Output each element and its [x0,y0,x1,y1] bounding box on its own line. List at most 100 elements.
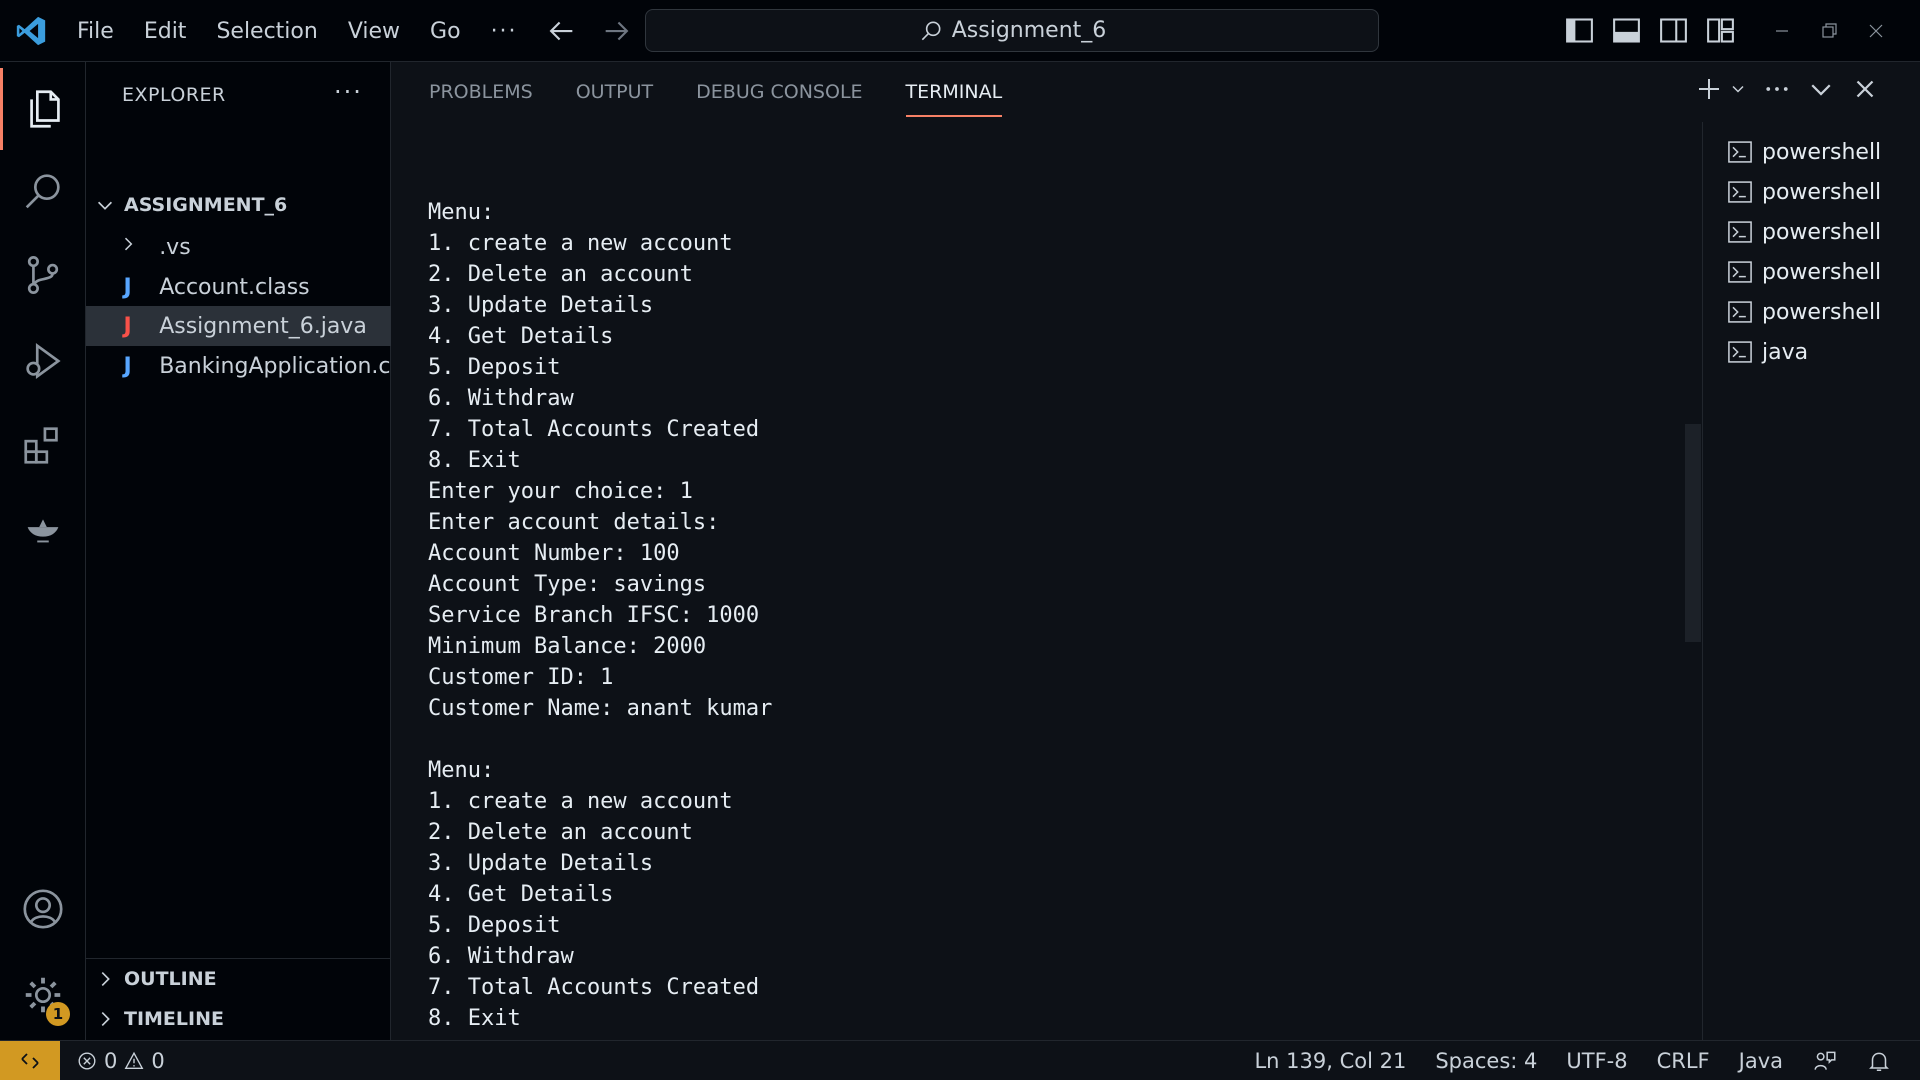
terminal-line: 6. Withdraw [428,386,574,411]
terminal-line: 1. create a new account [428,231,733,256]
command-center-search[interactable]: Assignment_6 [645,9,1379,52]
restore-icon [1821,23,1837,38]
history-navigation [544,14,634,48]
terminal-list-item[interactable]: java [1726,332,1916,372]
tree-item-label: Assignment_6.java [159,313,367,339]
terminal-output[interactable]: Menu: 1. create a new account 2. Delete an… [428,166,1728,1026]
terminal-line: Enter your choice: 1 [428,479,693,504]
folder-header[interactable]: ASSIGNMENT_6 [86,185,391,225]
title-bar: File Edit Selection View Go ··· Assignme… [0,0,1920,62]
java-file-icon: J [123,353,132,379]
outline-label: OUTLINE [124,968,217,990]
menu-edit[interactable]: Edit [129,19,202,44]
toggle-secondary-sidebar-icon[interactable] [1657,14,1690,47]
activity-lamp[interactable] [0,488,86,570]
tree-item-assignment-java[interactable]: J Assignment_6.java [86,306,391,346]
terminal-icon [1728,261,1752,283]
problems-indicator[interactable]: 0 0 [76,1049,165,1073]
chevron-right-icon [101,971,110,987]
arrow-right-icon[interactable] [600,14,634,48]
terminal-line: Account Number: 100 [428,541,680,566]
terminal-list-item[interactable]: powershell [1726,252,1916,292]
activity-run-debug[interactable] [0,320,86,402]
outline-section[interactable]: OUTLINE [86,959,391,999]
terminal-name: powershell [1762,259,1882,285]
indentation[interactable]: Spaces: 4 [1435,1049,1537,1073]
source-control-icon [27,256,59,294]
remote-icon [21,1052,39,1069]
menu-more[interactable]: ··· [476,19,533,44]
encoding[interactable]: UTF-8 [1566,1049,1627,1073]
terminal-line: Customer Name: anant kumar [428,696,773,721]
activity-extensions[interactable] [0,404,86,486]
menu-view[interactable]: View [333,19,415,44]
customize-layout-icon[interactable] [1704,14,1737,47]
activity-search[interactable] [0,150,86,232]
new-terminal-icon[interactable] [1694,74,1724,104]
tree-item-vs[interactable]: .vs [86,227,391,267]
minimize-button[interactable] [1758,0,1805,62]
tree-item-account-class[interactable]: J Account.class [86,267,391,307]
terminal-name: java [1762,339,1809,365]
terminal-list-item[interactable]: powershell [1726,292,1916,332]
terminal-icon [1728,221,1752,243]
status-bar: 0 0 Ln 139, Col 21 Spaces: 4 UTF-8 CRLF … [0,1040,1920,1080]
remote-indicator[interactable] [0,1040,60,1080]
activity-explorer[interactable] [0,68,86,150]
genie-lamp-icon [27,519,59,543]
feedback-icon[interactable] [1812,1048,1838,1074]
search-icon [921,21,941,40]
line-ending[interactable]: CRLF [1657,1049,1710,1073]
terminal-name: powershell [1762,139,1882,165]
window-controls [1758,0,1899,62]
close-icon[interactable] [1850,74,1880,104]
error-count: 0 [104,1048,118,1073]
terminal-line: 4. Get Details [428,324,614,349]
activity-source-control[interactable] [0,234,86,316]
layout-controls [1563,14,1737,47]
tab-problems[interactable]: PROBLEMS [429,62,533,122]
menu-selection[interactable]: Selection [201,19,332,44]
folder-name: ASSIGNMENT_6 [124,194,288,216]
close-window-button[interactable] [1852,0,1899,62]
terminal-list-item[interactable]: powershell [1726,132,1916,172]
account-icon [23,889,63,929]
arrow-left-icon[interactable] [544,14,578,48]
terminal-scrollbar[interactable] [1685,424,1701,642]
terminal-list-item[interactable]: powershell [1726,212,1916,252]
terminal-line: Menu: [428,200,495,225]
terminal-line: Customer ID: 1 [428,665,614,690]
tab-terminal[interactable]: TERMINAL [905,62,1002,122]
activity-manage[interactable]: 1 [0,954,86,1036]
more-actions-icon[interactable] [1762,74,1792,104]
terminal-line: 2. Delete an account [428,262,693,287]
terminal-line: 3. Update Details [428,293,654,318]
terminal-line: 3. Update Details [428,851,654,876]
chevron-down-icon[interactable] [1806,74,1836,104]
chevron-down-icon[interactable] [1728,79,1748,99]
terminal-icon [1728,141,1752,163]
terminal-line: 7. Total Accounts Created [428,975,760,1000]
terminal-icon [1728,341,1752,363]
restore-button[interactable] [1805,0,1852,62]
menu-go[interactable]: Go [415,19,476,44]
tab-debug-console[interactable]: DEBUG CONSOLE [696,62,862,122]
cursor-position[interactable]: Ln 139, Col 21 [1254,1049,1406,1073]
terminal-list-item[interactable]: powershell [1726,172,1916,212]
tree-item-banking-class[interactable]: J BankingApplication.cl... [86,346,392,386]
bell-icon[interactable] [1866,1048,1892,1074]
tab-output[interactable]: OUTPUT [576,62,653,122]
timeline-section[interactable]: TIMELINE [86,999,391,1039]
toggle-primary-sidebar-icon[interactable] [1563,14,1596,47]
explorer-more-button[interactable]: ··· [334,78,363,106]
terminal-line: 5. Deposit [428,913,561,938]
menu-file[interactable]: File [62,19,129,44]
terminal-line: Menu: [428,758,495,783]
terminal-line: Minimum Balance: 2000 [428,634,707,659]
explorer-sidebar: EXPLORER ··· ASSIGNMENT_6 .vs J Account.… [86,62,391,1040]
terminal-icon [1728,181,1752,203]
chevron-right-icon [101,1011,110,1027]
language-mode[interactable]: Java [1739,1049,1783,1073]
toggle-panel-icon[interactable] [1610,14,1643,47]
activity-accounts[interactable] [0,868,86,950]
